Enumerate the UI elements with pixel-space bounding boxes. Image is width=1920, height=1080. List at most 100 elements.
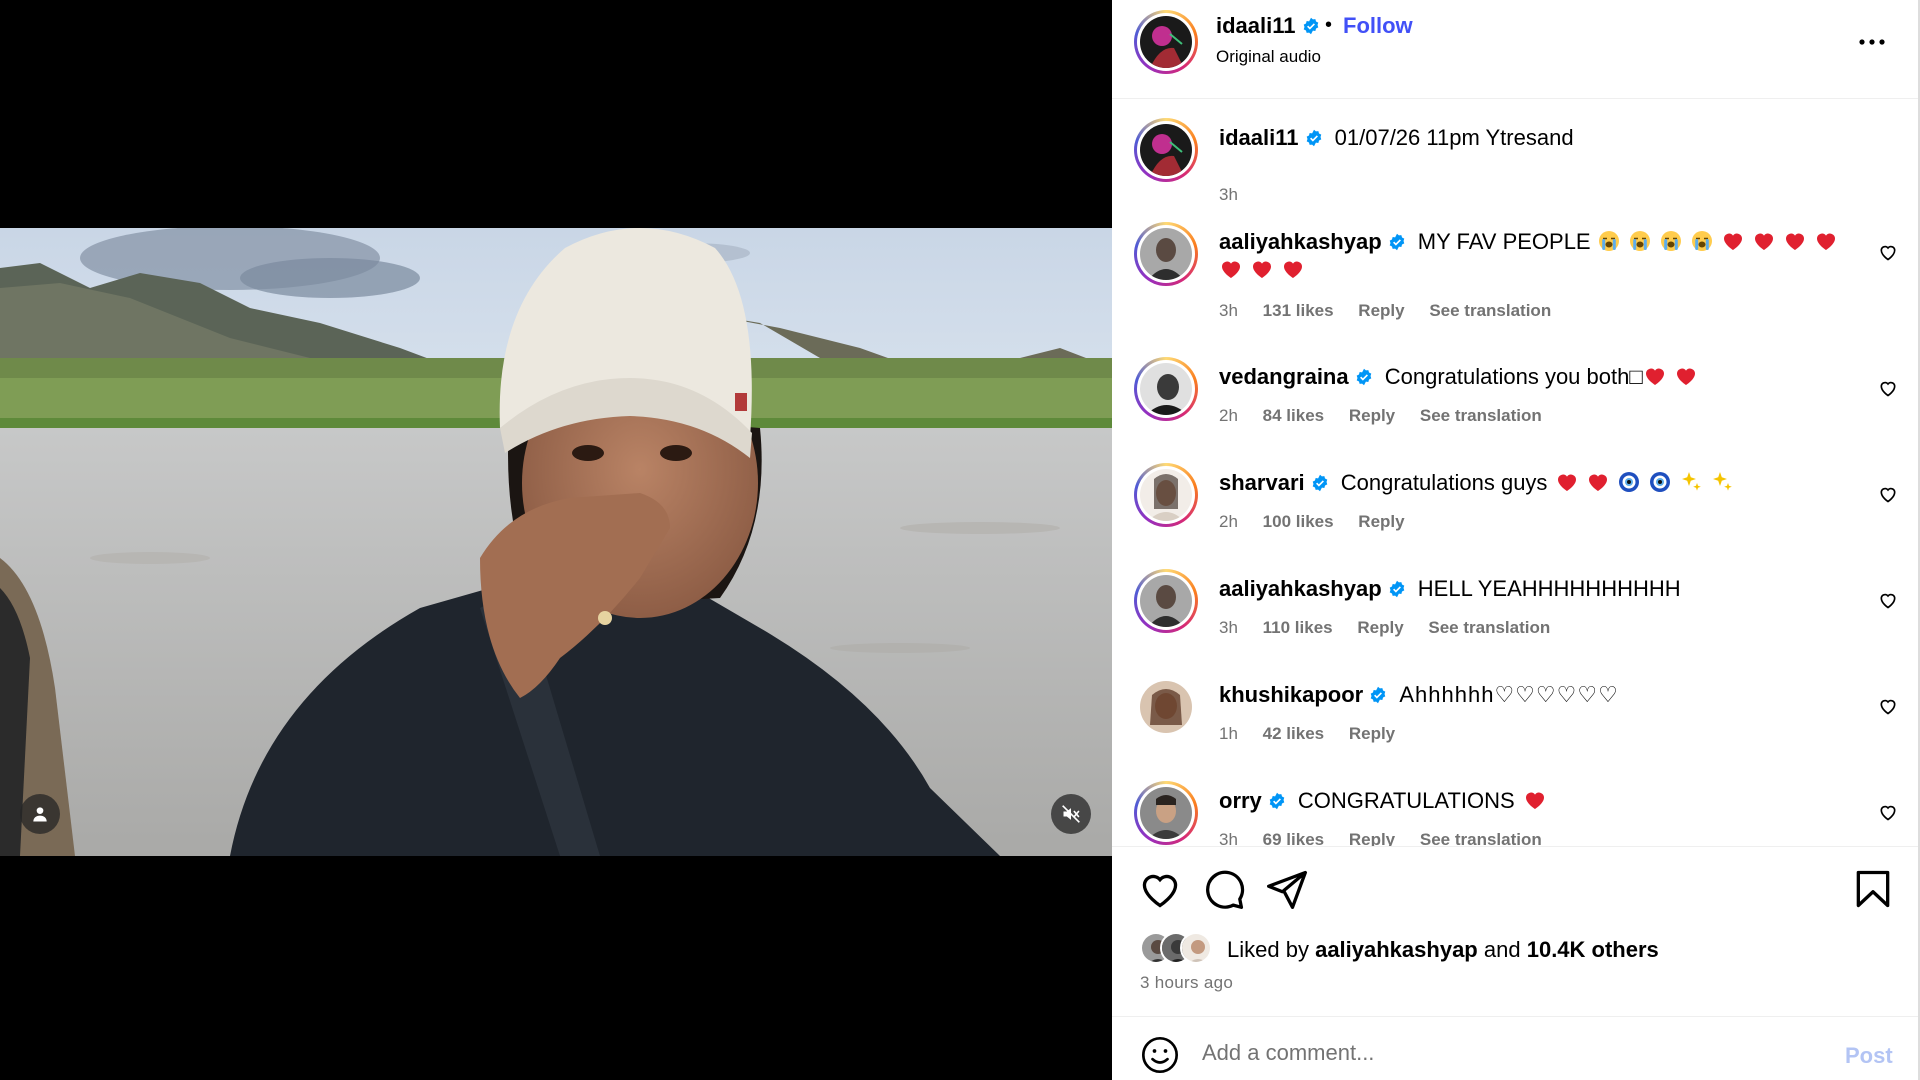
verified-badge-icon: [1370, 686, 1386, 704]
comment-likes[interactable]: 69 likes: [1263, 830, 1324, 846]
reply-button[interactable]: Reply: [1357, 618, 1403, 637]
comment-text-block: aaliyahkashyap HELL YEAHHHHHHHHHH: [1219, 575, 1849, 603]
comment-likes[interactable]: 84 likes: [1263, 406, 1324, 425]
like-comment-heart-icon[interactable]: [1878, 696, 1898, 716]
verified-badge-icon: [1303, 17, 1318, 35]
comment-row: khushikapoor Ahhhhhh♡♡♡♡♡♡ 1h 42 likes R…: [1112, 675, 1918, 755]
commenter-avatar[interactable]: [1134, 357, 1198, 421]
red-heart-icon: [1284, 261, 1302, 278]
loudly-crying-face-icon: [1691, 231, 1712, 251]
like-comment-heart-icon[interactable]: [1878, 242, 1898, 262]
commenter-avatar[interactable]: [1134, 222, 1198, 286]
reply-button[interactable]: Reply: [1349, 724, 1395, 743]
author-username[interactable]: idaali11: [1216, 13, 1320, 39]
comment-text-block: orry CONGRATULATIONS: [1219, 787, 1849, 815]
caption-meta: 3h: [1219, 185, 1258, 205]
video-frame: [0, 228, 1112, 856]
liked-by-avatars[interactable]: [1140, 932, 1220, 966]
comment-username[interactable]: orry: [1219, 788, 1262, 813]
comment-meta: 2h 84 likes Reply See translation: [1219, 406, 1562, 426]
more-options-button[interactable]: [1852, 22, 1892, 62]
comment-meta: 2h 100 likes Reply: [1219, 512, 1425, 532]
likes-count[interactable]: 10.4K others: [1527, 937, 1659, 962]
comment-username[interactable]: aaliyahkashyap: [1219, 229, 1382, 254]
red-heart-icon: [1723, 233, 1742, 250]
comment-likes[interactable]: 42 likes: [1263, 724, 1324, 743]
comment-text: HELL YEAHHHHHHHHHH: [1417, 576, 1681, 601]
video-player[interactable]: [0, 228, 1112, 856]
commenter-avatar[interactable]: [1134, 569, 1198, 633]
post-actions: Liked by aaliyahkashyap and 10.4K others…: [1112, 846, 1918, 1016]
comment-likes[interactable]: 100 likes: [1263, 512, 1334, 531]
caption-username[interactable]: idaali11: [1219, 125, 1299, 150]
comment-meta: 3h 110 likes Reply See translation: [1219, 618, 1570, 638]
comment-input[interactable]: [1202, 1033, 1782, 1073]
mute-button[interactable]: [1051, 794, 1091, 834]
bookmark-icon[interactable]: [1851, 867, 1895, 911]
comment-time[interactable]: 2h: [1219, 512, 1238, 531]
follow-button[interactable]: Follow: [1343, 13, 1413, 39]
tag-user-icon: [33, 807, 47, 822]
comment-text-block: aaliyahkashyap MY FAV PEOPLE: [1219, 228, 1849, 284]
reply-button[interactable]: Reply: [1349, 830, 1395, 846]
comment-username[interactable]: khushikapoor: [1219, 682, 1363, 707]
audio-label[interactable]: Original audio: [1216, 47, 1321, 67]
comment-time[interactable]: 3h: [1219, 301, 1238, 320]
sparkles-icon: [1682, 472, 1702, 491]
red-heart-icon: [1525, 792, 1544, 809]
comment-username[interactable]: vedangraina: [1219, 364, 1349, 389]
like-comment-heart-icon[interactable]: [1878, 378, 1898, 398]
see-translation-button[interactable]: See translation: [1420, 830, 1542, 846]
red-heart-icon: [1676, 368, 1695, 385]
post-comment-button[interactable]: Post: [1845, 1043, 1893, 1069]
comments-list[interactable]: idaali11 01/07/26 11pm Ytresand 3h aaliy…: [1112, 100, 1918, 846]
reply-button[interactable]: Reply: [1358, 512, 1404, 531]
caption-text-block: idaali11 01/07/26 11pm Ytresand: [1219, 124, 1849, 152]
comment-text: Congratulations you both□: [1384, 364, 1643, 389]
red-heart-icon: [1222, 261, 1240, 278]
reply-button[interactable]: Reply: [1349, 406, 1395, 425]
commenter-avatar[interactable]: [1134, 463, 1198, 527]
comment-composer: Post: [1112, 1016, 1918, 1080]
red-heart-icon: [1785, 233, 1804, 250]
post-details-panel: idaali11 • Follow Original audio idaali1…: [1112, 0, 1920, 1080]
comment-time[interactable]: 3h: [1219, 830, 1238, 846]
see-translation-button[interactable]: See translation: [1428, 618, 1550, 637]
red-heart-icon: [1754, 233, 1773, 250]
comment-username[interactable]: aaliyahkashyap: [1219, 576, 1382, 601]
see-translation-button[interactable]: See translation: [1420, 406, 1542, 425]
comment-time[interactable]: 1h: [1219, 724, 1238, 743]
comment-username[interactable]: sharvari: [1219, 470, 1305, 495]
post-timestamp[interactable]: 3 hours ago: [1140, 973, 1233, 993]
mute-icon: [1062, 805, 1080, 823]
reply-button[interactable]: Reply: [1358, 301, 1404, 320]
comment-meta: 3h 69 likes Reply See translation: [1219, 830, 1562, 846]
comment-emojis: [1523, 788, 1554, 813]
comment-likes[interactable]: 110 likes: [1263, 618, 1333, 637]
emoji-icon[interactable]: [1140, 1035, 1180, 1075]
comment-likes[interactable]: 131 likes: [1263, 301, 1334, 320]
liked-by-user[interactable]: aaliyahkashyap: [1315, 937, 1478, 962]
caption-time[interactable]: 3h: [1219, 185, 1238, 204]
comment-meta: 1h 42 likes Reply: [1219, 724, 1415, 744]
tag-user-button[interactable]: [20, 794, 60, 834]
comment-icon[interactable]: [1202, 867, 1246, 911]
comment-time[interactable]: 3h: [1219, 618, 1238, 637]
like-comment-heart-icon[interactable]: [1878, 590, 1898, 610]
commenter-avatar[interactable]: [1140, 681, 1192, 733]
see-translation-button[interactable]: See translation: [1429, 301, 1551, 320]
author-avatar[interactable]: [1134, 10, 1198, 74]
caption-avatar[interactable]: [1134, 118, 1198, 182]
like-comment-heart-icon[interactable]: [1878, 484, 1898, 504]
comment-text: Congratulations guys: [1340, 470, 1548, 495]
red-heart-icon: [1558, 474, 1577, 491]
share-icon[interactable]: [1265, 867, 1309, 911]
heart-icon[interactable]: [1138, 867, 1182, 911]
author-username-text[interactable]: idaali11: [1216, 13, 1296, 38]
comment-text-block: sharvari Congratulations guys: [1219, 469, 1849, 497]
commenter-avatar[interactable]: [1134, 781, 1198, 845]
comment-time[interactable]: 2h: [1219, 406, 1238, 425]
like-comment-heart-icon[interactable]: [1878, 802, 1898, 822]
comment-meta: 3h 131 likes Reply See translation: [1219, 301, 1571, 321]
verified-badge-icon: [1312, 474, 1327, 492]
